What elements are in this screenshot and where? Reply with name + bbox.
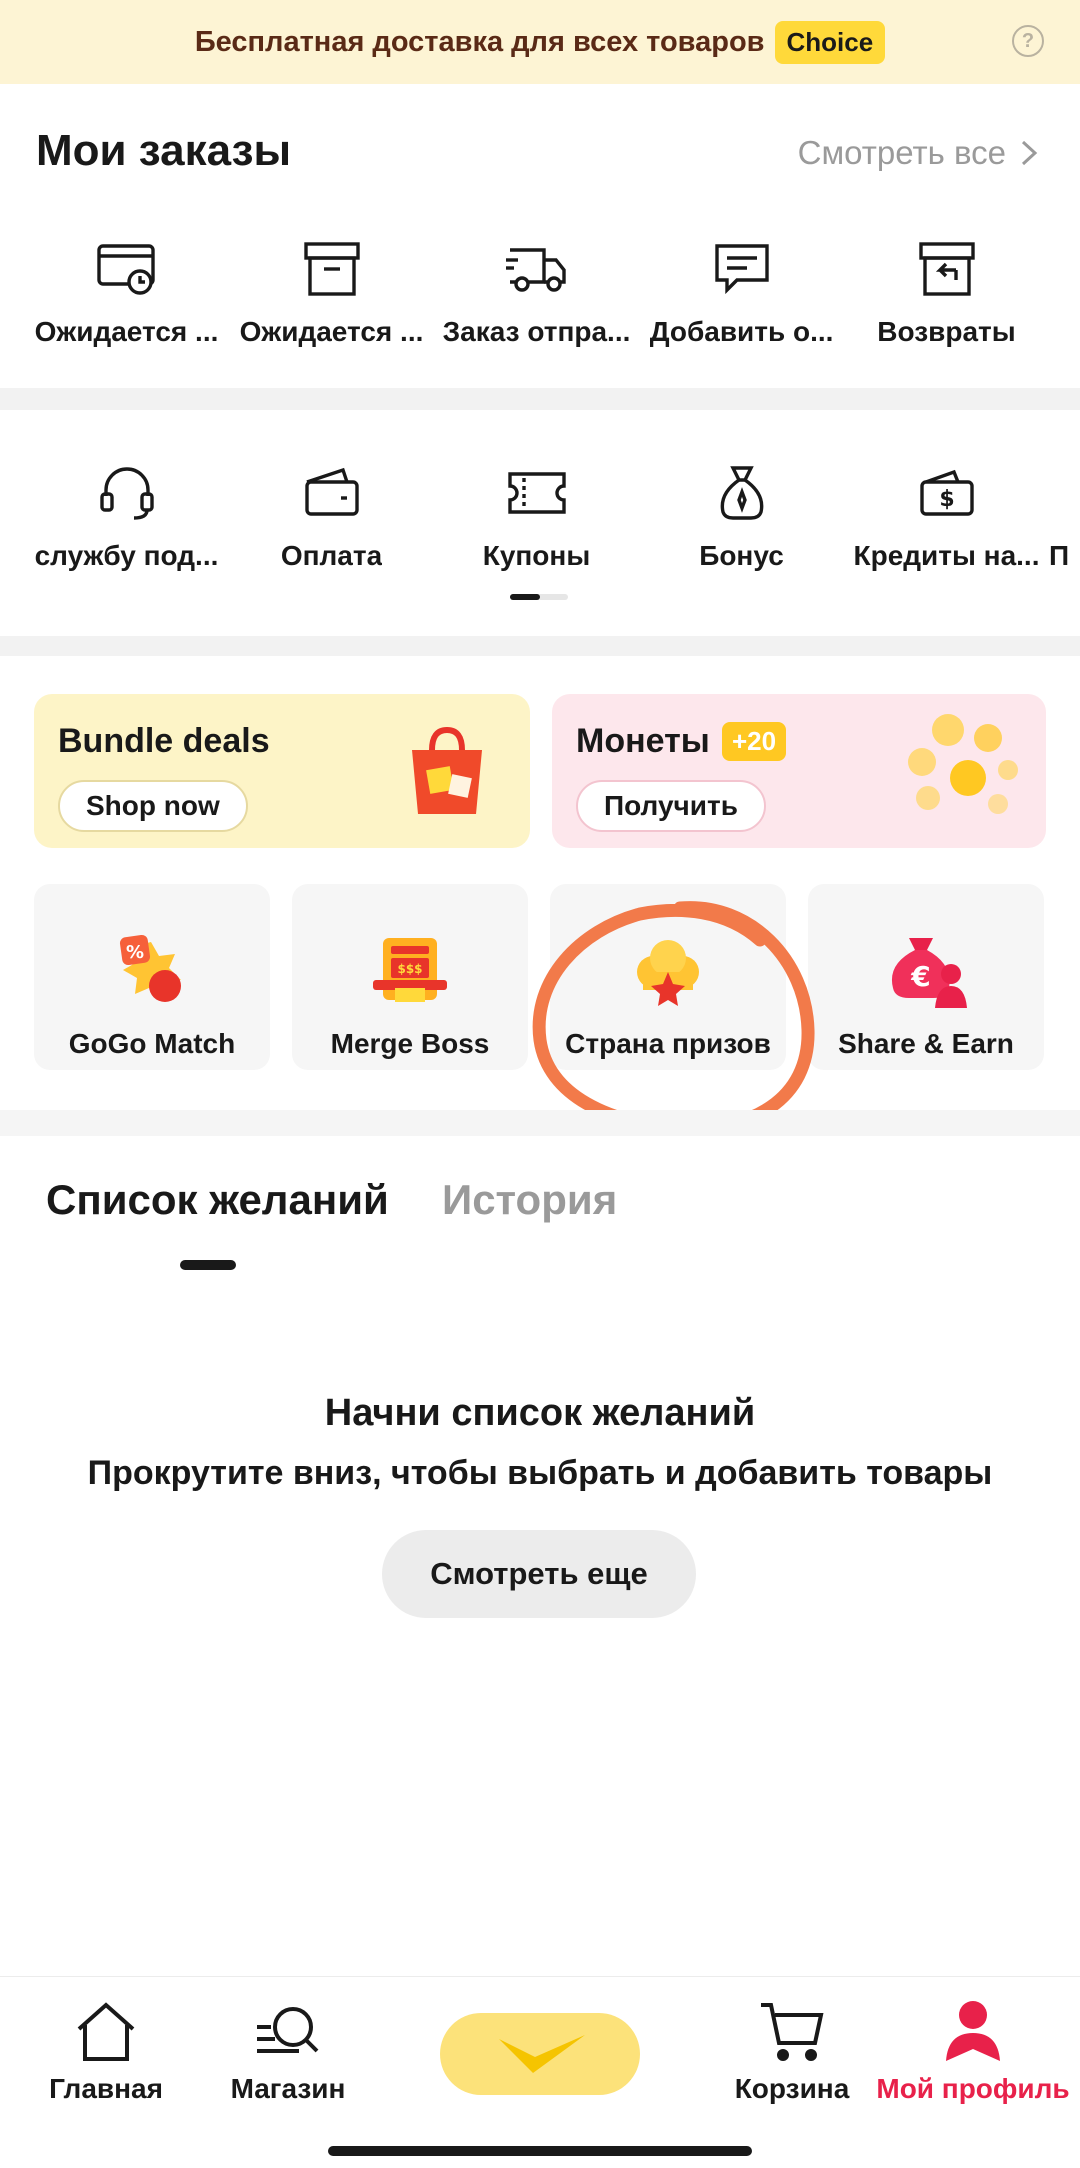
game-label: Merge Boss bbox=[330, 1028, 490, 1059]
credits-service[interactable]: $ Кредиты на... bbox=[844, 460, 1049, 572]
orders-section: Мои заказы Смотреть все Ожидается ... Ож… bbox=[0, 84, 1080, 388]
return-icon bbox=[918, 242, 975, 296]
service-item-label: службу под... bbox=[34, 540, 219, 571]
view-all-orders-link[interactable]: Смотреть все bbox=[798, 134, 1038, 172]
service-item-label: Бонус bbox=[699, 540, 784, 571]
nav-home[interactable]: Главная bbox=[49, 1997, 163, 2105]
gogo-match-icon: % bbox=[119, 934, 181, 1002]
gogo-match-card[interactable]: % GoGo Match bbox=[34, 884, 270, 1070]
promo-cards-section: Bundle deals Shop now Монеты +20 Получит… bbox=[0, 656, 1080, 1110]
bonus-bag-icon bbox=[720, 466, 763, 520]
search-list-icon bbox=[257, 2007, 319, 2053]
game-label: Share & Earn bbox=[838, 1028, 1014, 1059]
svg-text:€: € bbox=[910, 960, 930, 993]
nav-cart[interactable]: Корзина bbox=[730, 1997, 854, 2105]
bundle-deals-card[interactable]: Bundle deals Shop now bbox=[34, 694, 530, 848]
merge-boss-card[interactable]: $$$ Merge Boss bbox=[292, 884, 528, 1070]
home-icon bbox=[77, 2002, 135, 2061]
bonus-service[interactable]: Бонус bbox=[639, 460, 844, 572]
nav-shop-label: Магазин bbox=[230, 2073, 346, 2104]
orders-title: Мои заказы bbox=[36, 126, 292, 175]
active-tab-indicator bbox=[180, 1260, 236, 1270]
coins-card[interactable]: Монеты +20 Получить bbox=[552, 694, 1046, 848]
empty-wishlist-subtitle: Прокрутите вниз, чтобы выбрать и добавит… bbox=[87, 1454, 993, 1492]
svg-text:$: $ bbox=[939, 487, 954, 512]
next-service-partial[interactable]: П bbox=[1049, 460, 1080, 572]
bundle-deals-title: Bundle deals bbox=[58, 722, 270, 760]
get-coins-button[interactable]: Получить bbox=[576, 780, 766, 832]
payment-service[interactable]: Оплата bbox=[229, 460, 434, 572]
promo-text: Бесплатная доставка для всех товаров bbox=[194, 25, 765, 58]
section-divider bbox=[0, 388, 1080, 410]
prize-land-card[interactable]: Страна призов bbox=[550, 884, 786, 1070]
choice-badge: Choice bbox=[774, 20, 886, 64]
order-item-label: Ожидается ... bbox=[239, 316, 424, 347]
choice-check-icon bbox=[499, 2035, 585, 2073]
order-awaiting-payment[interactable]: Ожидается ... bbox=[24, 236, 229, 348]
service-item-label: Купоны bbox=[482, 540, 591, 571]
nav-cart-label: Корзина bbox=[734, 2073, 850, 2104]
service-item-label: Кредиты на... bbox=[853, 540, 1040, 571]
nav-profile[interactable]: Мой профиль bbox=[876, 1997, 1070, 2105]
nav-home-label: Главная bbox=[49, 2073, 163, 2104]
scroll-indicator bbox=[510, 594, 568, 600]
headset-icon bbox=[99, 467, 154, 520]
profile-icon bbox=[946, 2001, 1000, 2061]
support-service[interactable]: службу под... bbox=[24, 460, 229, 572]
order-item-label: Заказ отпра... bbox=[442, 316, 631, 347]
section-divider bbox=[0, 636, 1080, 656]
wishlist-section: Список желаний История Начни список жела… bbox=[0, 1136, 1080, 1976]
shop-now-button[interactable]: Shop now bbox=[58, 780, 248, 832]
nav-choice[interactable] bbox=[440, 2013, 640, 2095]
merge-boss-icon: $$$ bbox=[373, 938, 447, 1002]
wallet-icon bbox=[304, 467, 359, 516]
view-all-label: Смотреть все bbox=[797, 134, 1006, 171]
nav-shop[interactable]: Магазин bbox=[226, 1997, 350, 2105]
share-earn-card[interactable]: € Share & Earn bbox=[808, 884, 1044, 1070]
chevron-right-icon bbox=[1021, 140, 1038, 166]
coins-title: Монеты bbox=[576, 722, 710, 760]
game-label: GoGo Match bbox=[68, 1028, 236, 1059]
home-indicator bbox=[328, 2146, 752, 2156]
review-icon bbox=[714, 244, 769, 295]
order-item-label: Возвраты bbox=[877, 316, 1016, 347]
empty-wishlist-title: Начни список желаний bbox=[324, 1392, 756, 1434]
svg-text:$$$: $$$ bbox=[397, 962, 422, 976]
prize-land-icon bbox=[637, 940, 699, 1006]
box-icon bbox=[303, 242, 360, 296]
service-item-label: Оплата bbox=[280, 540, 383, 571]
section-divider bbox=[0, 1110, 1080, 1136]
help-icon[interactable]: ? bbox=[1012, 25, 1044, 57]
bottom-navigation: Главная Магазин Корзина Мой профиль bbox=[0, 1976, 1080, 2168]
order-returns[interactable]: Возвраты bbox=[844, 236, 1049, 348]
order-add-review[interactable]: Добавить о... bbox=[639, 236, 844, 348]
coupon-icon bbox=[507, 472, 566, 514]
cart-icon bbox=[761, 2003, 824, 2061]
see-more-button[interactable]: Смотреть еще bbox=[382, 1530, 696, 1618]
promo-banner[interactable]: Бесплатная доставка для всех товаров Cho… bbox=[0, 0, 1080, 84]
coins-badge: +20 bbox=[722, 722, 787, 761]
nav-profile-label: Мой профиль bbox=[876, 2073, 1070, 2104]
svg-text:%: % bbox=[126, 942, 144, 963]
order-item-label: Добавить о... bbox=[649, 316, 834, 347]
tab-history[interactable]: История bbox=[442, 1176, 617, 1224]
order-awaiting-shipment[interactable]: Ожидается ... bbox=[229, 236, 434, 348]
service-item-label: П bbox=[1049, 540, 1070, 571]
credit-wallet-icon: $ bbox=[919, 469, 974, 516]
coins-icon bbox=[908, 714, 1018, 814]
tab-wishlist[interactable]: Список желаний bbox=[46, 1176, 389, 1224]
truck-icon bbox=[505, 248, 566, 292]
order-item-label: Ожидается ... bbox=[34, 316, 219, 347]
share-earn-icon: € bbox=[891, 938, 967, 1008]
coupons-service[interactable]: Купоны bbox=[434, 460, 639, 572]
services-section: службу под... Оплата Купоны Бонус $ Кред… bbox=[0, 410, 1080, 636]
card-clock-icon bbox=[96, 244, 155, 295]
game-label: Страна призов bbox=[565, 1028, 771, 1059]
order-shipped[interactable]: Заказ отпра... bbox=[434, 236, 639, 348]
shopping-bag-icon bbox=[412, 726, 482, 814]
